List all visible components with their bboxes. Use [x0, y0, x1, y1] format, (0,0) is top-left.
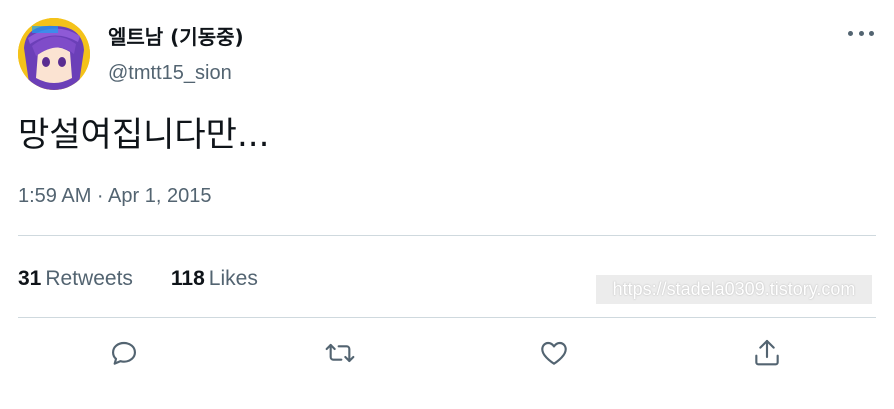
tweet-text: 망설여집니다만...: [18, 115, 270, 155]
retweets-stat[interactable]: 31 Retweets: [18, 265, 133, 293]
watermark: https://stadela0309.tistory.com: [596, 275, 872, 304]
share-icon[interactable]: [749, 335, 785, 371]
user-handle[interactable]: @tmtt15_sion: [108, 60, 232, 86]
like-icon[interactable]: [536, 335, 572, 371]
divider: [18, 235, 876, 236]
likes-count: 118: [170, 267, 205, 290]
action-bar: [0, 335, 894, 375]
retweets-count: 31: [18, 267, 42, 290]
tweet-timestamp[interactable]: 1:59 AM · Apr 1, 2015: [18, 183, 211, 209]
tweet-detail: 엘트남 (기동중) @tmtt15_sion 망설여집니다만... 1:59 A…: [0, 0, 894, 409]
likes-stat[interactable]: 118 Likes: [171, 265, 258, 293]
retweet-icon[interactable]: [322, 335, 358, 371]
divider: [18, 317, 876, 318]
likes-label: Likes: [208, 267, 258, 290]
more-options-icon[interactable]: [848, 22, 874, 44]
display-name[interactable]: 엘트남 (기동중): [108, 24, 244, 50]
avatar[interactable]: [18, 18, 90, 90]
retweets-label: Retweets: [45, 267, 133, 290]
engagement-stats: 31 Retweets 118 Likes: [18, 265, 296, 293]
reply-icon[interactable]: [106, 335, 142, 371]
anime-avatar-icon: [18, 18, 90, 90]
